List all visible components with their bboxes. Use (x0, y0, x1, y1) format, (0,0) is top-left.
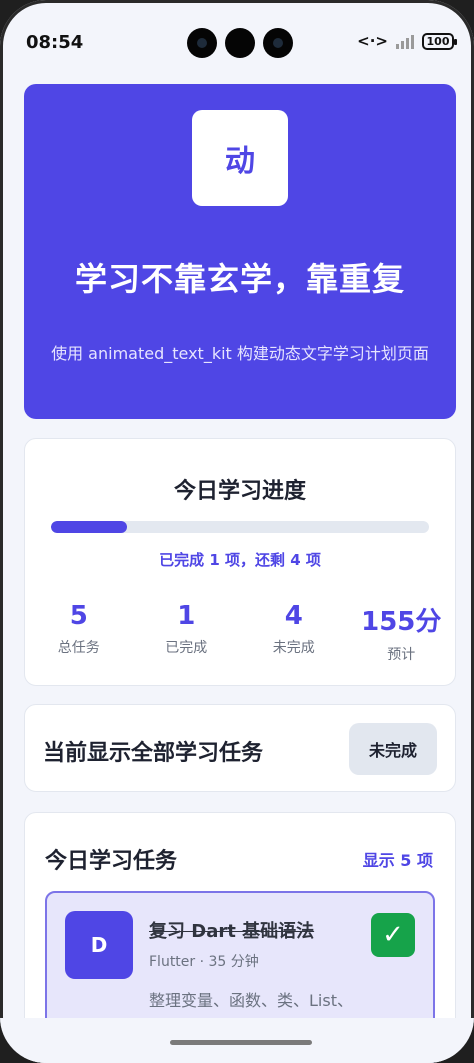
filter-title: 当前显示全部学习任务 (43, 741, 264, 766)
hero-subtitle: 使用 animated_text_kit 构建动态文字学习计划页面 (51, 344, 429, 363)
status-time: 08:54 (26, 32, 84, 53)
battery-icon: 100 (422, 32, 457, 50)
hero-banner: 动 学习不靠玄学，靠重复 使用 animated_text_kit 构建动态文字… (24, 84, 456, 419)
stat-estimate: 155分 预计 (348, 601, 456, 664)
signal-icon (396, 33, 414, 49)
camera-lens (187, 28, 217, 58)
task-avatar: D (65, 911, 133, 979)
stat-label: 未完成 (272, 640, 315, 656)
check-icon[interactable]: ✓ (371, 913, 415, 957)
stat-completed: 1 已完成 (133, 601, 241, 664)
camera-lens (263, 28, 293, 58)
status-icons: <·> 100 (357, 32, 457, 50)
stat-label: 预计 (387, 647, 416, 663)
data-transfer-icon: <·> (357, 32, 388, 50)
task-meta: Flutter · 35 分钟 (149, 954, 259, 970)
progress-title: 今日学习进度 (173, 479, 306, 504)
task-name: 复习 Dart 基础语法 (149, 921, 315, 942)
progress-bar-fill (51, 521, 127, 533)
progress-status: 已完成 1 项，还剩 4 项 (159, 551, 321, 569)
stat-value: 1 (177, 601, 196, 631)
stat-label: 已完成 (165, 640, 208, 656)
stats-row: 5 总任务 1 已完成 4 未完成 155分 预计 (25, 601, 455, 664)
status-bar: 08:54 <·> 100 (0, 0, 474, 72)
stat-remaining: 4 未完成 (240, 601, 348, 664)
hero-title: 学习不靠玄学，靠重复 (74, 260, 405, 298)
stat-label: 总任务 (57, 640, 100, 656)
home-indicator[interactable] (170, 1040, 312, 1045)
stat-value: 4 (284, 601, 303, 631)
camera-sensor (225, 28, 255, 58)
tasks-title: 今日学习任务 (45, 849, 178, 874)
filter-card: 当前显示全部学习任务 未完成 (24, 704, 456, 792)
hero-badge: 动 (192, 110, 288, 206)
progress-card: 今日学习进度 已完成 1 项，还剩 4 项 5 总任务 1 已完成 4 未完成 … (24, 438, 456, 686)
tasks-count: 显示 5 项 (362, 851, 433, 870)
phone-screen: 08:54 <·> 100 动 学习不靠玄学，靠重复 使用 animated_t… (0, 0, 474, 1063)
filter-incomplete-button[interactable]: 未完成 (349, 723, 437, 775)
stat-value: 5 (69, 601, 88, 631)
progress-bar (51, 521, 429, 533)
stat-value: 155分 (361, 607, 442, 637)
navigation-bar (0, 1018, 474, 1063)
stat-total: 5 总任务 (25, 601, 133, 664)
